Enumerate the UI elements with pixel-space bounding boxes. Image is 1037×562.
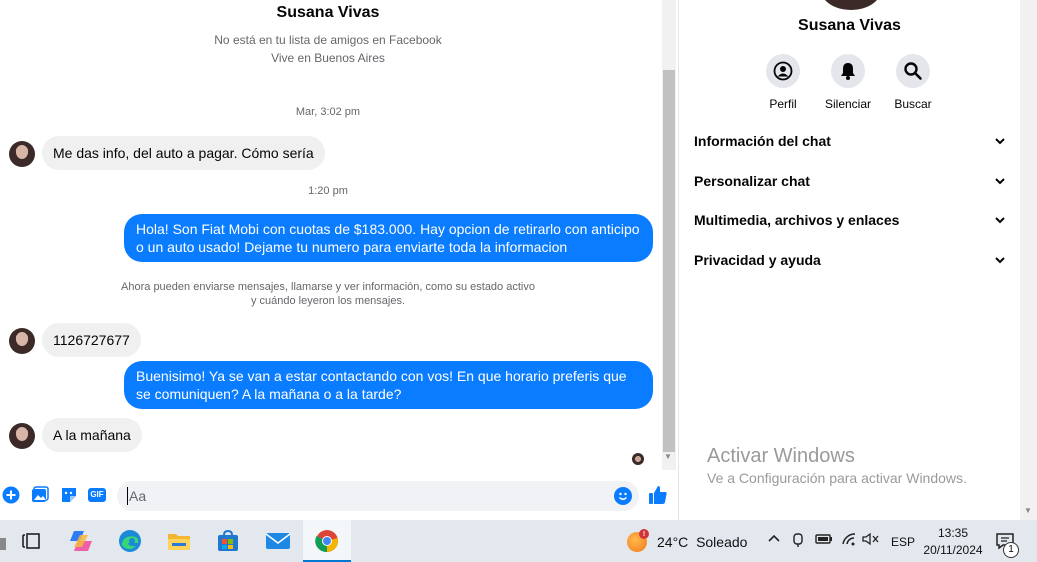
message-outgoing[interactable]: Buenisimo! Ya se van a estar contactando… [124,361,653,409]
section-chat-info[interactable]: Información del chat [694,131,1006,151]
desktop-edge-fragment [0,538,6,550]
timestamp: Mar, 3:02 pm [295,106,361,118]
mail-icon[interactable] [254,520,302,562]
edge-icon[interactable] [106,520,154,562]
activation-watermark-subtitle: Ve a Configuración para activar Windows. [707,470,967,486]
connection-notice: Ahora pueden enviarse mensajes, llamarse… [100,280,556,308]
message-input[interactable] [117,481,639,511]
battery-icon[interactable] [815,532,833,549]
emoji-icon[interactable] [614,487,632,505]
message-composer: GIF [0,480,678,520]
timestamp: 1:20 pm [308,185,348,197]
chevron-down-icon [995,257,1005,264]
clock-date[interactable]: 20/11/2024 [920,543,986,557]
mute-action[interactable]: Silenciar [813,54,883,111]
clock-time[interactable]: 13:35 [920,526,986,540]
notice-line: y cuándo leyeron los mensajes. [250,295,406,307]
windows-taskbar: ! 24°C Soleado ESP 13:35 20/11/2024 1 [0,520,1037,562]
profile-avatar[interactable] [821,0,881,10]
text-caret [127,487,128,505]
message-outgoing[interactable]: Hola! Son Fiat Mobi con cuotas de $183.0… [124,214,653,262]
chevron-down-icon [995,217,1005,224]
avatar[interactable] [9,328,35,354]
message-incoming[interactable]: A la mañana [42,418,142,452]
chat-thread[interactable]: Susana Vivas No está en tu lista de amig… [0,0,662,480]
sticker-icon[interactable] [60,486,78,504]
gif-label: GIF [90,490,104,499]
section-label: Personalizar chat [694,173,810,189]
notification-count-badge: 1 [1003,542,1019,558]
profile-icon[interactable] [766,54,800,88]
weather-temp: 24°C [657,534,689,550]
gif-icon[interactable]: GIF [88,486,106,504]
chat-scrollbar-thumb[interactable] [663,70,675,452]
bell-icon[interactable] [831,54,865,88]
section-label: Multimedia, archivos y enlaces [694,212,900,228]
wifi-icon[interactable] [841,532,857,549]
profile-action-label: Perfil [769,97,797,111]
thumbs-up-icon[interactable] [648,485,668,510]
language-indicator[interactable]: ESP [891,535,915,549]
contact-name: Susana Vivas [276,4,380,21]
screen: Susana Vivas No está en tu lista de amig… [0,0,1037,562]
section-label: Privacidad y ayuda [694,252,821,268]
weather-widget[interactable]: 24°C Soleado [657,534,747,550]
chevron-down-icon [995,178,1005,185]
search-icon[interactable] [896,54,930,88]
section-privacy-help[interactable]: Privacidad y ayuda [694,250,1006,270]
section-label: Información del chat [694,133,831,149]
volume-muted-icon[interactable] [862,532,880,549]
panel-scrollbar[interactable] [1020,0,1037,520]
chevron-down-icon [995,138,1005,145]
seen-indicator-avatar [632,453,644,465]
chrome-icon[interactable] [303,520,351,562]
weather-alert-badge: ! [639,529,649,539]
file-explorer-icon[interactable] [155,520,203,562]
activation-watermark-title: Activar Windows [707,445,855,467]
notice-line: Ahora pueden enviarse mensajes, llamarse… [121,281,535,293]
meet-now-icon[interactable] [792,532,806,551]
search-action-label: Buscar [894,97,932,111]
scroll-down-arrow-icon[interactable]: ▼ [664,452,672,461]
section-customize-chat[interactable]: Personalizar chat [694,171,1006,191]
section-media-files[interactable]: Multimedia, archivos y enlaces [694,210,1006,230]
message-incoming[interactable]: 1126727677 [42,323,141,357]
plus-icon[interactable] [2,486,20,504]
scroll-down-arrow-icon[interactable]: ▼ [1024,506,1032,515]
chat-info-panel: Susana Vivas Perfil Silenciar Buscar Inf… [679,0,1020,520]
contact-location: Vive en Buenos Aires [271,51,385,65]
photo-icon[interactable] [31,486,49,504]
friend-status: No está en tu lista de amigos en Faceboo… [214,33,442,47]
microsoft-store-icon[interactable] [204,520,252,562]
weather-desc: Soleado [696,534,748,550]
avatar[interactable] [9,141,35,167]
task-view-icon[interactable] [7,520,55,562]
avatar[interactable] [9,423,35,449]
mute-action-label: Silenciar [824,97,872,111]
panel-contact-name: Susana Vivas [798,17,901,34]
copilot-icon[interactable] [57,520,105,562]
search-action[interactable]: Buscar [878,54,948,111]
chevron-up-icon[interactable] [767,532,781,549]
profile-action[interactable]: Perfil [748,54,818,111]
message-incoming[interactable]: Me das info, del auto a pagar. Cómo serí… [42,136,325,170]
